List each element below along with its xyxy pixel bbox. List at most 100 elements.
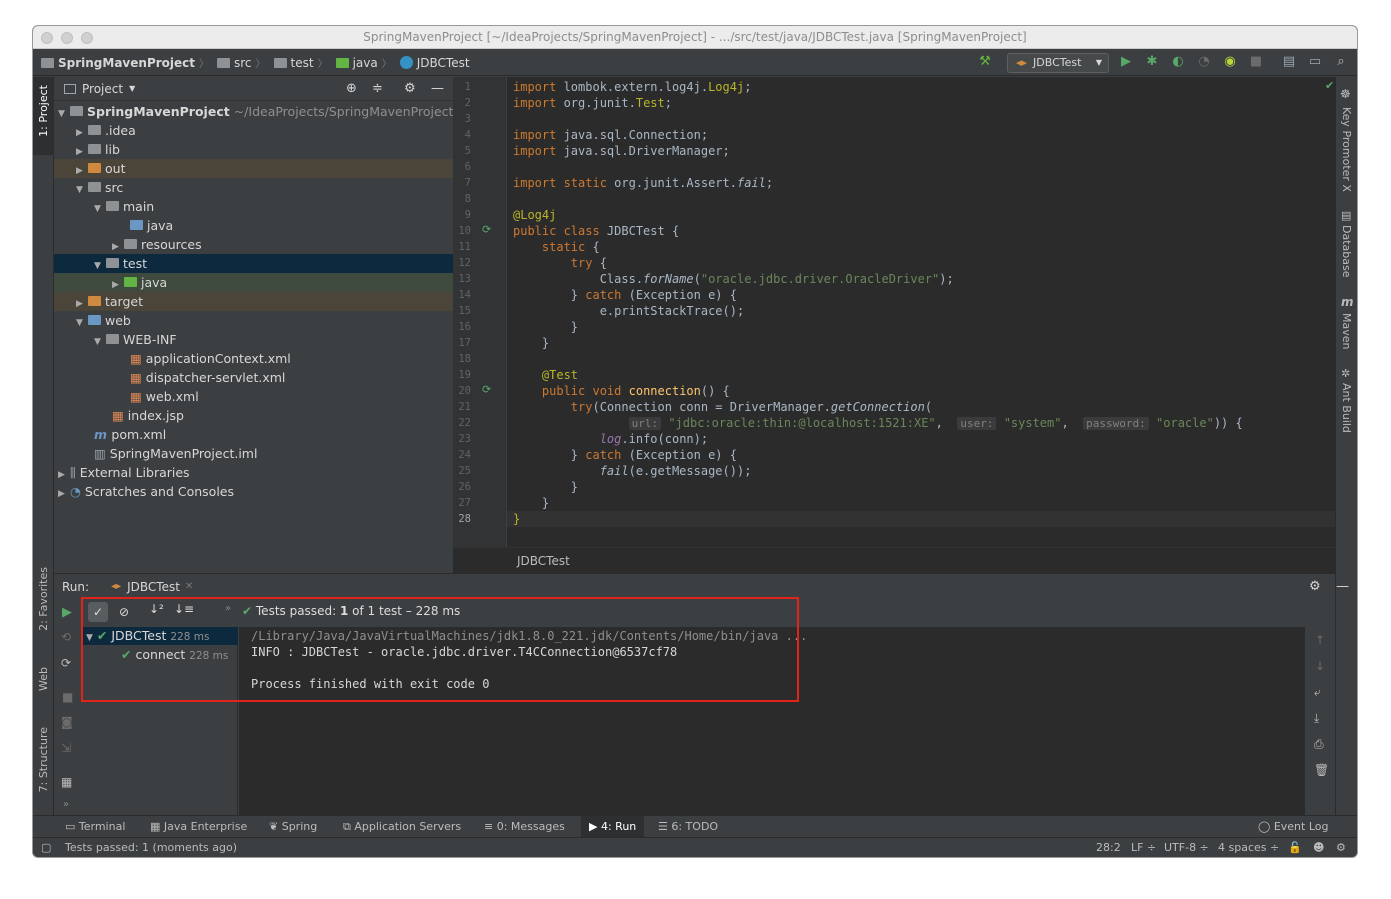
close-tab-icon[interactable]: ✕ <box>185 581 193 592</box>
tree-item-lib[interactable]: ▶ lib <box>54 140 453 159</box>
tree-item-src[interactable]: ▼ src <box>54 178 453 197</box>
coverage-icon[interactable]: ◐ <box>1170 54 1186 70</box>
tab-spring[interactable]: ❦ Spring <box>269 816 317 838</box>
hide-panel-icon[interactable]: — <box>431 81 444 96</box>
run-icon[interactable]: ▶ <box>1118 54 1134 70</box>
tree-item-webxml[interactable]: ▦ web.xml <box>54 387 453 406</box>
caret-position[interactable]: 28:2 <box>1096 838 1121 857</box>
arrow-up-icon[interactable]: ↑ <box>1315 633 1325 647</box>
console-output[interactable]: /Library/Java/JavaVirtualMachines/jdk1.8… <box>239 627 1305 816</box>
run-test-gutter-icon[interactable]: ⟳ <box>482 223 491 236</box>
key-promoter-tool-tab[interactable]: Key Promoter X <box>1340 107 1353 192</box>
jrebel-icon[interactable]: ◉ <box>1222 54 1238 70</box>
project-view-selector[interactable]: Project <box>82 82 123 96</box>
code-editor[interactable]: ⟳ ⟳ ✔ import lombok.extern.log4j.Log4j; … <box>453 77 1335 573</box>
presentation-icon[interactable]: ▭ <box>1307 54 1323 70</box>
export-icon[interactable]: ⇲ <box>61 741 71 755</box>
structure-tool-tab[interactable]: 7: Structure <box>37 727 50 792</box>
tree-item-root[interactable]: ▼ SpringMavenProject ~/IdeaProjects/Sprin… <box>54 102 453 121</box>
tree-item-out[interactable]: ▶ out <box>54 159 453 178</box>
tab-terminal[interactable]: ▭ Terminal <box>65 816 125 838</box>
profile-icon[interactable]: ◔ <box>1196 54 1212 70</box>
more-icon[interactable]: » <box>63 799 69 810</box>
rerun-failed-icon[interactable]: ⟲ <box>61 630 71 644</box>
database-tool-tab[interactable]: Database <box>1340 225 1353 278</box>
build-hammer-icon[interactable]: ⚒ <box>977 54 993 70</box>
locate-icon[interactable]: ⊕ <box>346 81 357 96</box>
tree-item-external-libraries[interactable]: ▶ ⫼ External Libraries <box>54 463 453 482</box>
lock-icon[interactable]: 🔓 <box>1288 838 1302 857</box>
tree-item-iml[interactable]: ▥ SpringMavenProject.iml <box>54 444 453 463</box>
breadcrumb-java[interactable]: java 〉 <box>335 55 392 70</box>
tab-messages[interactable]: ≡ 0: Messages <box>484 816 565 838</box>
tree-item-indexjsp[interactable]: ▦ index.jsp <box>54 406 453 425</box>
camera-icon[interactable]: ◙ <box>61 715 73 729</box>
search-icon[interactable]: ⌕ <box>1333 54 1349 70</box>
breadcrumb-test[interactable]: test 〉 <box>273 55 328 70</box>
debug-icon[interactable]: ✱ <box>1144 54 1160 70</box>
show-passed-icon[interactable]: ✓ <box>88 602 108 622</box>
tree-item-idea[interactable]: ▶ .idea <box>54 121 453 140</box>
test-class-row[interactable]: ▼ ✔ JDBCTest 228 ms <box>86 628 209 643</box>
print-icon[interactable]: ⎙ <box>1314 737 1324 752</box>
file-encoding[interactable]: UTF-8 ÷ <box>1164 838 1209 857</box>
indent-setting[interactable]: 4 spaces ÷ <box>1218 838 1279 857</box>
git-icon[interactable]: ⚙ <box>1336 838 1346 857</box>
project-structure-icon[interactable]: ▤ <box>1281 54 1297 70</box>
tree-item-pom[interactable]: m pom.xml <box>54 425 453 444</box>
chevron-down-icon[interactable]: ▼ <box>129 84 135 93</box>
collapse-all-icon[interactable]: ≑ <box>372 81 383 96</box>
ant-build-tool-tab[interactable]: Ant Build <box>1340 383 1353 433</box>
run-test-gutter-icon[interactable]: ⟳ <box>482 383 491 396</box>
tree-item-applicationcontext[interactable]: ▦ applicationContext.xml <box>54 349 453 368</box>
tree-item-main[interactable]: ▼ main <box>54 197 453 216</box>
close-window-button[interactable] <box>41 32 53 44</box>
soft-wrap-icon[interactable]: ⤶ <box>1314 685 1321 700</box>
show-ignored-icon[interactable]: ⊘ <box>114 602 134 622</box>
line-separator[interactable]: LF ÷ <box>1131 838 1156 857</box>
minimize-window-button[interactable] <box>61 32 73 44</box>
stop-icon[interactable]: ■ <box>62 690 73 704</box>
tree-item-main-java[interactable]: java <box>54 216 453 235</box>
hide-panel-icon[interactable]: — <box>1336 579 1349 594</box>
project-tool-tab[interactable]: 1: Project <box>33 77 54 155</box>
tree-item-resources[interactable]: ▶ resources <box>54 235 453 254</box>
run-configuration-select[interactable]: ◂▸ JDBCTest ▼ <box>1007 53 1109 73</box>
sort-alpha-icon[interactable]: ↓² <box>149 602 164 616</box>
tab-application-servers[interactable]: ⧉ Application Servers <box>343 816 461 838</box>
gear-icon[interactable]: ⚙ <box>1309 579 1321 594</box>
tree-item-dispatcher[interactable]: ▦ dispatcher-servlet.xml <box>54 368 453 387</box>
more-icon[interactable]: » <box>225 603 231 614</box>
tree-item-target[interactable]: ▶ target <box>54 292 453 311</box>
tree-item-test-java[interactable]: ▶ java <box>54 273 453 292</box>
arrow-down-icon[interactable]: ↓ <box>1315 659 1325 673</box>
trash-icon[interactable]: 🗑 <box>1314 763 1329 777</box>
tree-item-web-inf[interactable]: ▼ WEB-INF <box>54 330 453 349</box>
run-tab[interactable]: JDBCTest <box>127 580 180 594</box>
gear-icon[interactable]: ⚙ <box>404 81 416 96</box>
sort-duration-icon[interactable]: ↓≡ <box>174 602 194 616</box>
favorites-tool-tab[interactable]: 2: Favorites <box>37 567 50 631</box>
tab-event-log[interactable]: ◯ Event Log <box>1258 816 1328 838</box>
breadcrumb-class[interactable]: JDBCTest <box>399 56 470 70</box>
tree-item-scratches[interactable]: ▶ ◔ Scratches and Consoles <box>54 482 453 501</box>
breadcrumb-src[interactable]: src 〉 <box>217 55 266 70</box>
tree-item-test[interactable]: ▼ test <box>54 254 453 273</box>
tab-todo[interactable]: ☰ 6: TODO <box>658 816 718 838</box>
tab-java-enterprise[interactable]: ▦ Java Enterprise <box>150 816 247 838</box>
toggle-autotest-icon[interactable]: ⟳ <box>61 656 71 670</box>
layout-icon[interactable]: ▦ <box>61 775 72 789</box>
maven-tool-tab[interactable]: Maven <box>1340 313 1353 349</box>
tree-item-web[interactable]: ▼ web <box>54 311 453 330</box>
stop-icon[interactable]: ■ <box>1248 54 1264 70</box>
breadcrumb-project[interactable]: SpringMavenProject 〉 <box>41 55 209 70</box>
toggle-tool-windows-icon[interactable]: ▢ <box>41 838 51 857</box>
scroll-to-end-icon[interactable]: ⤓ <box>1314 711 1319 726</box>
test-method-row[interactable]: ✔ connect 228 ms <box>121 647 228 662</box>
inspector-icon[interactable]: ☻ <box>1313 838 1324 857</box>
zoom-window-button[interactable] <box>81 32 93 44</box>
tab-run[interactable]: ▶ 4: Run <box>581 816 645 838</box>
maven-icon: m <box>94 427 112 442</box>
web-tool-tab[interactable]: Web <box>37 667 50 691</box>
editor-breadcrumb[interactable]: JDBCTest <box>453 547 1335 573</box>
